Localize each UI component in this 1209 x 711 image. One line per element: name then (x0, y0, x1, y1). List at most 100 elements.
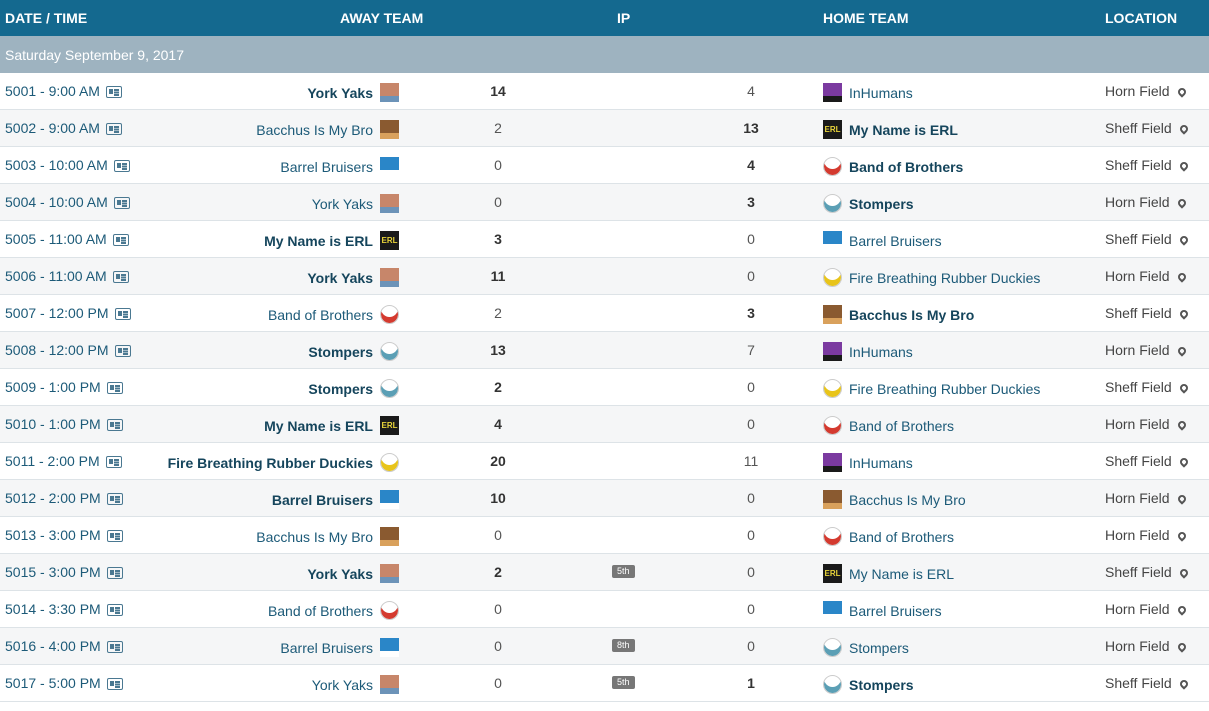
away-team-link[interactable]: My Name is ERL ERL (264, 416, 399, 435)
home-team-link[interactable]: Fire Breathing Rubber Duckies (823, 268, 1040, 287)
home-team-link[interactable]: ERL My Name is ERL (823, 120, 958, 139)
home-team-link[interactable]: InHumans (823, 342, 913, 361)
header-home-team[interactable]: HOME TEAM (823, 10, 909, 26)
home-team-link[interactable]: Stompers (823, 194, 914, 213)
location-link[interactable]: Sheff Field (1105, 231, 1190, 247)
away-team-link[interactable]: Band of Brothers (268, 601, 399, 620)
box-score-icon[interactable] (105, 123, 122, 135)
game-id-time-link[interactable]: 5008 - 12:00 PM (5, 342, 131, 358)
home-team-link[interactable]: ERL My Name is ERL (823, 564, 954, 583)
map-pin-icon[interactable] (1178, 678, 1190, 690)
away-team-link[interactable]: York Yaks (307, 564, 399, 583)
map-pin-icon[interactable] (1175, 530, 1188, 542)
home-team-link[interactable]: Stompers (823, 675, 914, 694)
home-team-link[interactable]: InHumans (823, 83, 913, 102)
away-team-link[interactable]: Bacchus Is My Bro (256, 120, 399, 139)
box-score-icon[interactable] (105, 456, 122, 468)
location-link[interactable]: Horn Field (1105, 527, 1188, 543)
map-pin-icon[interactable] (1178, 160, 1190, 172)
game-id-time-link[interactable]: 5014 - 3:30 PM (5, 601, 123, 617)
game-id-time-link[interactable]: 5003 - 10:00 AM (5, 157, 130, 173)
away-team-link[interactable]: Barrel Bruisers (272, 490, 399, 509)
map-pin-icon[interactable] (1175, 197, 1188, 209)
away-team-link[interactable]: Fire Breathing Rubber Duckies (168, 453, 399, 472)
location-link[interactable]: Sheff Field (1105, 675, 1190, 691)
box-score-icon[interactable] (106, 419, 123, 431)
game-id-time-link[interactable]: 5009 - 1:00 PM (5, 379, 123, 395)
away-team-link[interactable]: York Yaks (312, 194, 399, 213)
away-team-link[interactable]: Stompers (308, 379, 399, 398)
box-score-icon[interactable] (106, 493, 123, 505)
location-link[interactable]: Sheff Field (1105, 157, 1190, 173)
box-score-icon[interactable] (105, 86, 122, 98)
box-score-icon[interactable] (106, 567, 123, 579)
box-score-icon[interactable] (106, 641, 123, 653)
map-pin-icon[interactable] (1178, 234, 1190, 246)
home-team-link[interactable]: Fire Breathing Rubber Duckies (823, 379, 1040, 398)
away-team-link[interactable]: York Yaks (312, 675, 399, 694)
game-id-time-link[interactable]: 5011 - 2:00 PM (5, 453, 122, 469)
location-link[interactable]: Horn Field (1105, 490, 1188, 506)
away-team-link[interactable]: Barrel Bruisers (280, 157, 399, 176)
location-link[interactable]: Horn Field (1105, 601, 1188, 617)
away-team-link[interactable]: York Yaks (307, 83, 399, 102)
map-pin-icon[interactable] (1175, 271, 1188, 283)
header-date-time[interactable]: DATE / TIME (5, 10, 87, 26)
box-score-icon[interactable] (114, 308, 131, 320)
game-id-time-link[interactable]: 5004 - 10:00 AM (5, 194, 130, 210)
box-score-icon[interactable] (106, 530, 123, 542)
box-score-icon[interactable] (106, 382, 123, 394)
map-pin-icon[interactable] (1178, 456, 1190, 468)
map-pin-icon[interactable] (1175, 345, 1188, 357)
game-id-time-link[interactable]: 5013 - 3:00 PM (5, 527, 123, 543)
home-team-link[interactable]: Bacchus Is My Bro (823, 305, 974, 324)
box-score-icon[interactable] (113, 197, 130, 209)
map-pin-icon[interactable] (1175, 493, 1188, 505)
header-location[interactable]: LOCATION (1105, 10, 1177, 26)
box-score-icon[interactable] (113, 160, 130, 172)
away-team-link[interactable]: My Name is ERL ERL (264, 231, 399, 250)
location-link[interactable]: Horn Field (1105, 194, 1188, 210)
map-pin-icon[interactable] (1175, 86, 1188, 98)
game-id-time-link[interactable]: 5001 - 9:00 AM (5, 83, 122, 99)
away-team-link[interactable]: Stompers (308, 342, 399, 361)
game-id-time-link[interactable]: 5005 - 11:00 AM (5, 231, 129, 247)
home-team-link[interactable]: Barrel Bruisers (823, 601, 942, 620)
location-link[interactable]: Sheff Field (1105, 564, 1190, 580)
home-team-link[interactable]: Band of Brothers (823, 527, 954, 546)
location-link[interactable]: Horn Field (1105, 83, 1188, 99)
location-link[interactable]: Sheff Field (1105, 379, 1190, 395)
game-id-time-link[interactable]: 5016 - 4:00 PM (5, 638, 123, 654)
map-pin-icon[interactable] (1178, 308, 1190, 320)
home-team-link[interactable]: Stompers (823, 638, 909, 657)
map-pin-icon[interactable] (1175, 419, 1188, 431)
away-team-link[interactable]: Band of Brothers (268, 305, 399, 324)
location-link[interactable]: Horn Field (1105, 342, 1188, 358)
box-score-icon[interactable] (112, 271, 129, 283)
away-team-link[interactable]: Bacchus Is My Bro (256, 527, 399, 546)
box-score-icon[interactable] (106, 678, 123, 690)
game-id-time-link[interactable]: 5010 - 1:00 PM (5, 416, 123, 432)
location-link[interactable]: Sheff Field (1105, 120, 1190, 136)
game-id-time-link[interactable]: 5006 - 11:00 AM (5, 268, 129, 284)
game-id-time-link[interactable]: 5012 - 2:00 PM (5, 490, 123, 506)
away-team-link[interactable]: York Yaks (307, 268, 399, 287)
location-link[interactable]: Horn Field (1105, 416, 1188, 432)
home-team-link[interactable]: InHumans (823, 453, 913, 472)
location-link[interactable]: Sheff Field (1105, 305, 1190, 321)
game-id-time-link[interactable]: 5017 - 5:00 PM (5, 675, 123, 691)
location-link[interactable]: Horn Field (1105, 638, 1188, 654)
map-pin-icon[interactable] (1178, 382, 1190, 394)
location-link[interactable]: Horn Field (1105, 268, 1188, 284)
away-team-link[interactable]: Barrel Bruisers (280, 638, 399, 657)
home-team-link[interactable]: Band of Brothers (823, 416, 954, 435)
home-team-link[interactable]: Barrel Bruisers (823, 231, 942, 250)
box-score-icon[interactable] (106, 604, 123, 616)
box-score-icon[interactable] (114, 345, 131, 357)
game-id-time-link[interactable]: 5002 - 9:00 AM (5, 120, 122, 136)
location-link[interactable]: Sheff Field (1105, 453, 1190, 469)
map-pin-icon[interactable] (1175, 604, 1188, 616)
home-team-link[interactable]: Band of Brothers (823, 157, 963, 176)
game-id-time-link[interactable]: 5015 - 3:00 PM (5, 564, 123, 580)
box-score-icon[interactable] (112, 234, 129, 246)
